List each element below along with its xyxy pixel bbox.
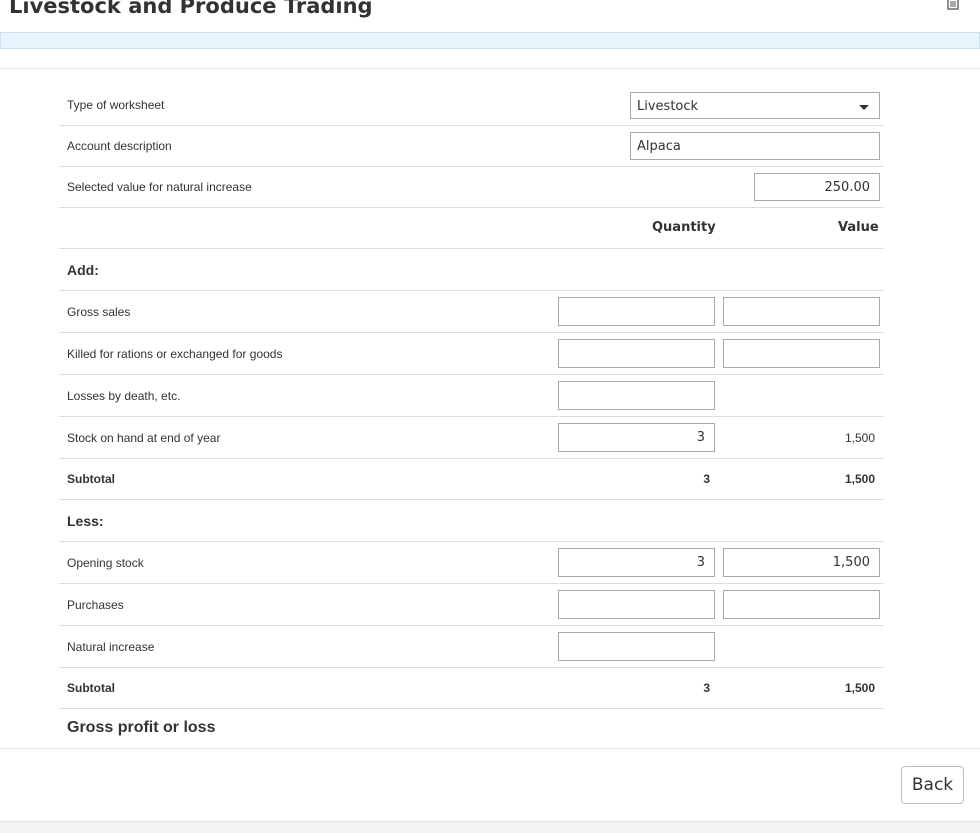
natural-increase-quantity-input[interactable] — [558, 632, 715, 661]
table-row: Opening stock 3 1,500 — [59, 542, 884, 584]
column-header-row: Quantity Value — [59, 208, 884, 249]
opening-stock-value-input[interactable]: 1,500 — [723, 548, 880, 577]
chevron-down-icon — [859, 105, 869, 110]
natural-increase-value-input[interactable]: 250.00 — [754, 173, 880, 201]
less-subtotal-value: 1,500 — [844, 681, 875, 695]
account-description-input[interactable]: Alpaca — [630, 132, 880, 160]
stock-on-hand-quantity-input[interactable]: 3 — [558, 423, 715, 452]
subtotal-label: Subtotal — [67, 472, 115, 486]
row-label: Natural increase — [67, 640, 155, 654]
spacer — [0, 49, 980, 68]
losses-quantity-input[interactable] — [558, 381, 715, 410]
row-label: Purchases — [67, 598, 124, 612]
info-banner — [0, 32, 980, 49]
table-row: Purchases — [59, 584, 884, 626]
less-subtotal-row: Subtotal 3 1,500 — [59, 668, 884, 709]
table-row: Losses by death, etc. — [59, 375, 884, 417]
killed-rations-value-input[interactable] — [723, 339, 880, 368]
worksheet-type-row: Type of worksheet Livestock — [59, 84, 884, 126]
account-description-label: Account description — [67, 139, 172, 153]
worksheet-type-select[interactable]: Livestock — [630, 92, 880, 119]
add-subtotal-row: Subtotal 3 1,500 — [59, 459, 884, 500]
add-subtotal-value: 1,500 — [844, 472, 875, 486]
row-label: Gross sales — [67, 305, 131, 319]
gross-sales-value-input[interactable] — [723, 297, 880, 326]
table-row: Gross sales — [59, 291, 884, 333]
value-column-header: Value — [838, 220, 879, 235]
page-title: Livestock and Produce Trading — [9, 0, 373, 18]
stock-on-hand-value: 1,500 — [844, 431, 875, 445]
gross-profit-row: Gross profit or loss — [59, 709, 884, 749]
natural-increase-value-label: Selected value for natural increase — [67, 180, 252, 194]
gross-profit-label: Gross profit or loss — [67, 719, 216, 736]
table-row: Killed for rations or exchanged for good… — [59, 333, 884, 375]
table-row: Stock on hand at end of year 3 1,500 — [59, 417, 884, 459]
quantity-column-header: Quantity — [652, 220, 716, 235]
worksheet-type-label: Type of worksheet — [67, 98, 165, 112]
row-label: Opening stock — [67, 556, 144, 570]
less-subtotal-quantity: 3 — [703, 681, 710, 695]
table-row: Natural increase — [59, 626, 884, 668]
row-label: Stock on hand at end of year — [67, 431, 221, 445]
worksheet-panel: Type of worksheet Livestock Account desc… — [0, 68, 980, 749]
add-subtotal-quantity: 3 — [703, 472, 710, 486]
add-section-heading: Add: — [59, 249, 884, 291]
subtotal-label: Subtotal — [67, 681, 115, 695]
opening-stock-quantity-input[interactable]: 3 — [558, 548, 715, 577]
gross-sales-quantity-input[interactable] — [558, 297, 715, 326]
purchases-quantity-input[interactable] — [558, 590, 715, 619]
footer-bar: Back — [0, 748, 980, 822]
back-button[interactable]: Back — [901, 766, 964, 804]
purchases-value-input[interactable] — [723, 590, 880, 619]
row-label: Losses by death, etc. — [67, 389, 181, 403]
account-description-row: Account description Alpaca — [59, 126, 884, 167]
title-bar: Livestock and Produce Trading — [0, 0, 980, 32]
killed-rations-quantity-input[interactable] — [558, 339, 715, 368]
natural-increase-value-row: Selected value for natural increase 250.… — [59, 167, 884, 208]
less-section-heading: Less: — [59, 500, 884, 542]
trash-icon[interactable] — [946, 0, 960, 10]
row-label: Killed for rations or exchanged for good… — [67, 347, 283, 361]
